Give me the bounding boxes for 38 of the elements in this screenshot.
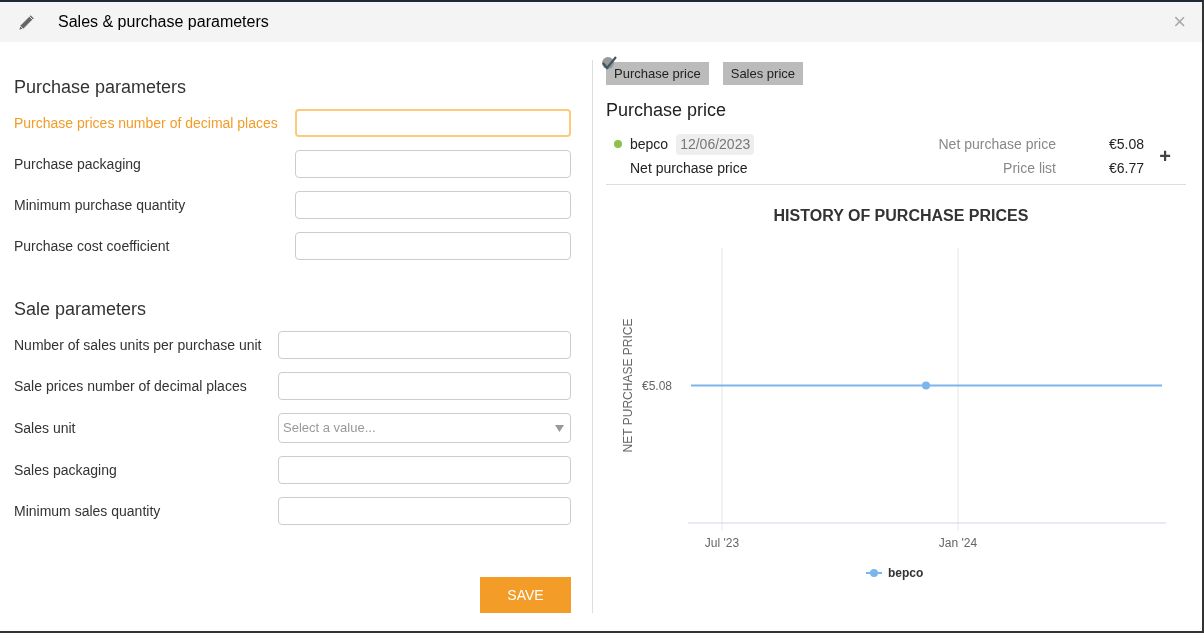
input-field[interactable]: [278, 456, 571, 484]
price-label: Net purchase price: [938, 134, 1056, 154]
section-heading: Sale parameters: [14, 298, 148, 321]
price-value: €6.77: [1107, 158, 1144, 178]
field-label: Purchase cost coefficient: [14, 236, 171, 256]
section-heading: Purchase price: [606, 99, 728, 122]
field-label: Sales packaging: [14, 460, 118, 480]
field-label: Sale prices number of decimal places: [14, 376, 248, 396]
field-label: Sales unit: [14, 418, 77, 438]
caret-icon: [555, 424, 564, 432]
field-label: Minimum purchase quantity: [14, 195, 187, 215]
input-field[interactable]: [295, 109, 571, 137]
field-label: Purchase packaging: [14, 154, 142, 174]
price-value: €5.08: [1107, 134, 1144, 154]
section-heading: Purchase parameters: [14, 76, 188, 99]
input-field[interactable]: [278, 331, 571, 359]
date-badge: 12/06/2023: [676, 133, 755, 155]
field-label: Number of sales units per purchase unit: [14, 335, 263, 355]
price-type: Net purchase price: [630, 158, 748, 178]
chart-title: HISTORY OF PURCHASE PRICES: [773, 207, 1029, 224]
supplier-name: bepco: [630, 134, 669, 154]
input-field[interactable]: [295, 191, 571, 219]
x-axis-label: Jul '23: [704, 536, 740, 550]
legend-label[interactable]: bepco: [888, 566, 924, 580]
y-axis-label: €5.08: [641, 378, 672, 393]
add-button[interactable]: +: [1144, 141, 1186, 171]
window-title: Sales & purchase parameters: [58, 12, 269, 32]
field-label: Minimum sales quantity: [14, 501, 162, 521]
input-field[interactable]: [278, 372, 571, 400]
y-axis-title: NET PURCHASE PRICE: [621, 318, 635, 453]
price-label: Price list: [1003, 158, 1056, 178]
field-label: Purchase prices number of decimal places: [14, 113, 279, 133]
input-field[interactable]: [295, 232, 571, 260]
input-field[interactable]: [295, 150, 571, 178]
x-axis-label: Jan '24: [938, 536, 978, 550]
check-icon: [601, 56, 617, 70]
legend-marker[interactable]: [865, 569, 883, 577]
input-field[interactable]: [278, 497, 571, 525]
